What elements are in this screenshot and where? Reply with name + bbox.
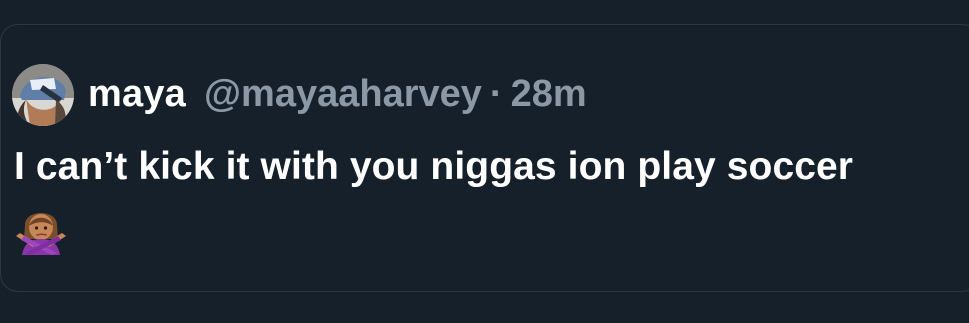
tweet-text: I can’t kick it with you niggas ion play… xyxy=(14,145,854,188)
separator-dot: · xyxy=(489,73,503,115)
tweet-timestamp[interactable]: 28m xyxy=(511,73,587,116)
display-name[interactable]: maya xyxy=(88,73,186,116)
avatar[interactable] xyxy=(12,64,74,126)
user-handle[interactable]: @mayaaharvey xyxy=(204,73,482,116)
tweet-header: maya @mayaaharvey · 28m xyxy=(88,73,587,121)
woman-gesturing-no-emoji xyxy=(16,213,66,255)
timeline-page: maya @mayaaharvey · 28m I can’t kick it … xyxy=(0,0,969,323)
profile-photo xyxy=(12,64,74,126)
